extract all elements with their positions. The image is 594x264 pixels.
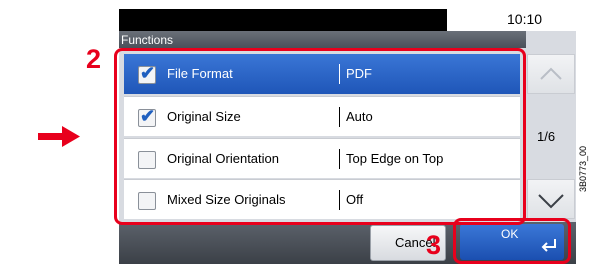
page-indicator: 1/6 <box>537 129 556 144</box>
chevron-up-icon <box>540 67 562 80</box>
figure-code: 3B0773_00 <box>578 145 588 192</box>
scroll-down-button[interactable] <box>527 179 575 219</box>
chevron-down-icon <box>538 194 564 209</box>
scroll-up-button[interactable] <box>527 54 575 94</box>
step-3-highlight <box>453 218 571 264</box>
right-arrow-icon <box>38 126 80 147</box>
functions-title: Functions <box>121 33 174 47</box>
step-2-highlight <box>114 48 526 225</box>
clock: 10:10 <box>507 11 543 27</box>
top-status-bar <box>119 9 447 31</box>
step-3-number: 3 <box>426 230 442 260</box>
step-2-number: 2 <box>86 44 102 74</box>
functions-header <box>119 31 526 48</box>
